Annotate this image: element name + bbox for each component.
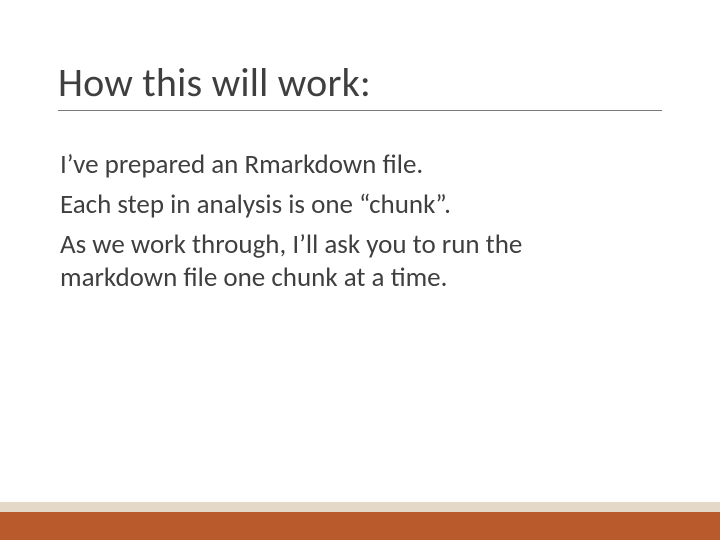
slide-body: I’ve prepared an Rmarkdown file. Each st… [60,148,620,301]
footer-accent-bar [0,512,720,540]
body-paragraph: I’ve prepared an Rmarkdown file. [60,148,620,182]
body-paragraph: Each step in analysis is one “chunk”. [60,188,620,222]
slide: How this will work: I’ve prepared an Rma… [0,0,720,540]
body-paragraph: As we work through, I’ll ask you to run … [60,228,620,296]
slide-title: How this will work: [58,62,662,111]
